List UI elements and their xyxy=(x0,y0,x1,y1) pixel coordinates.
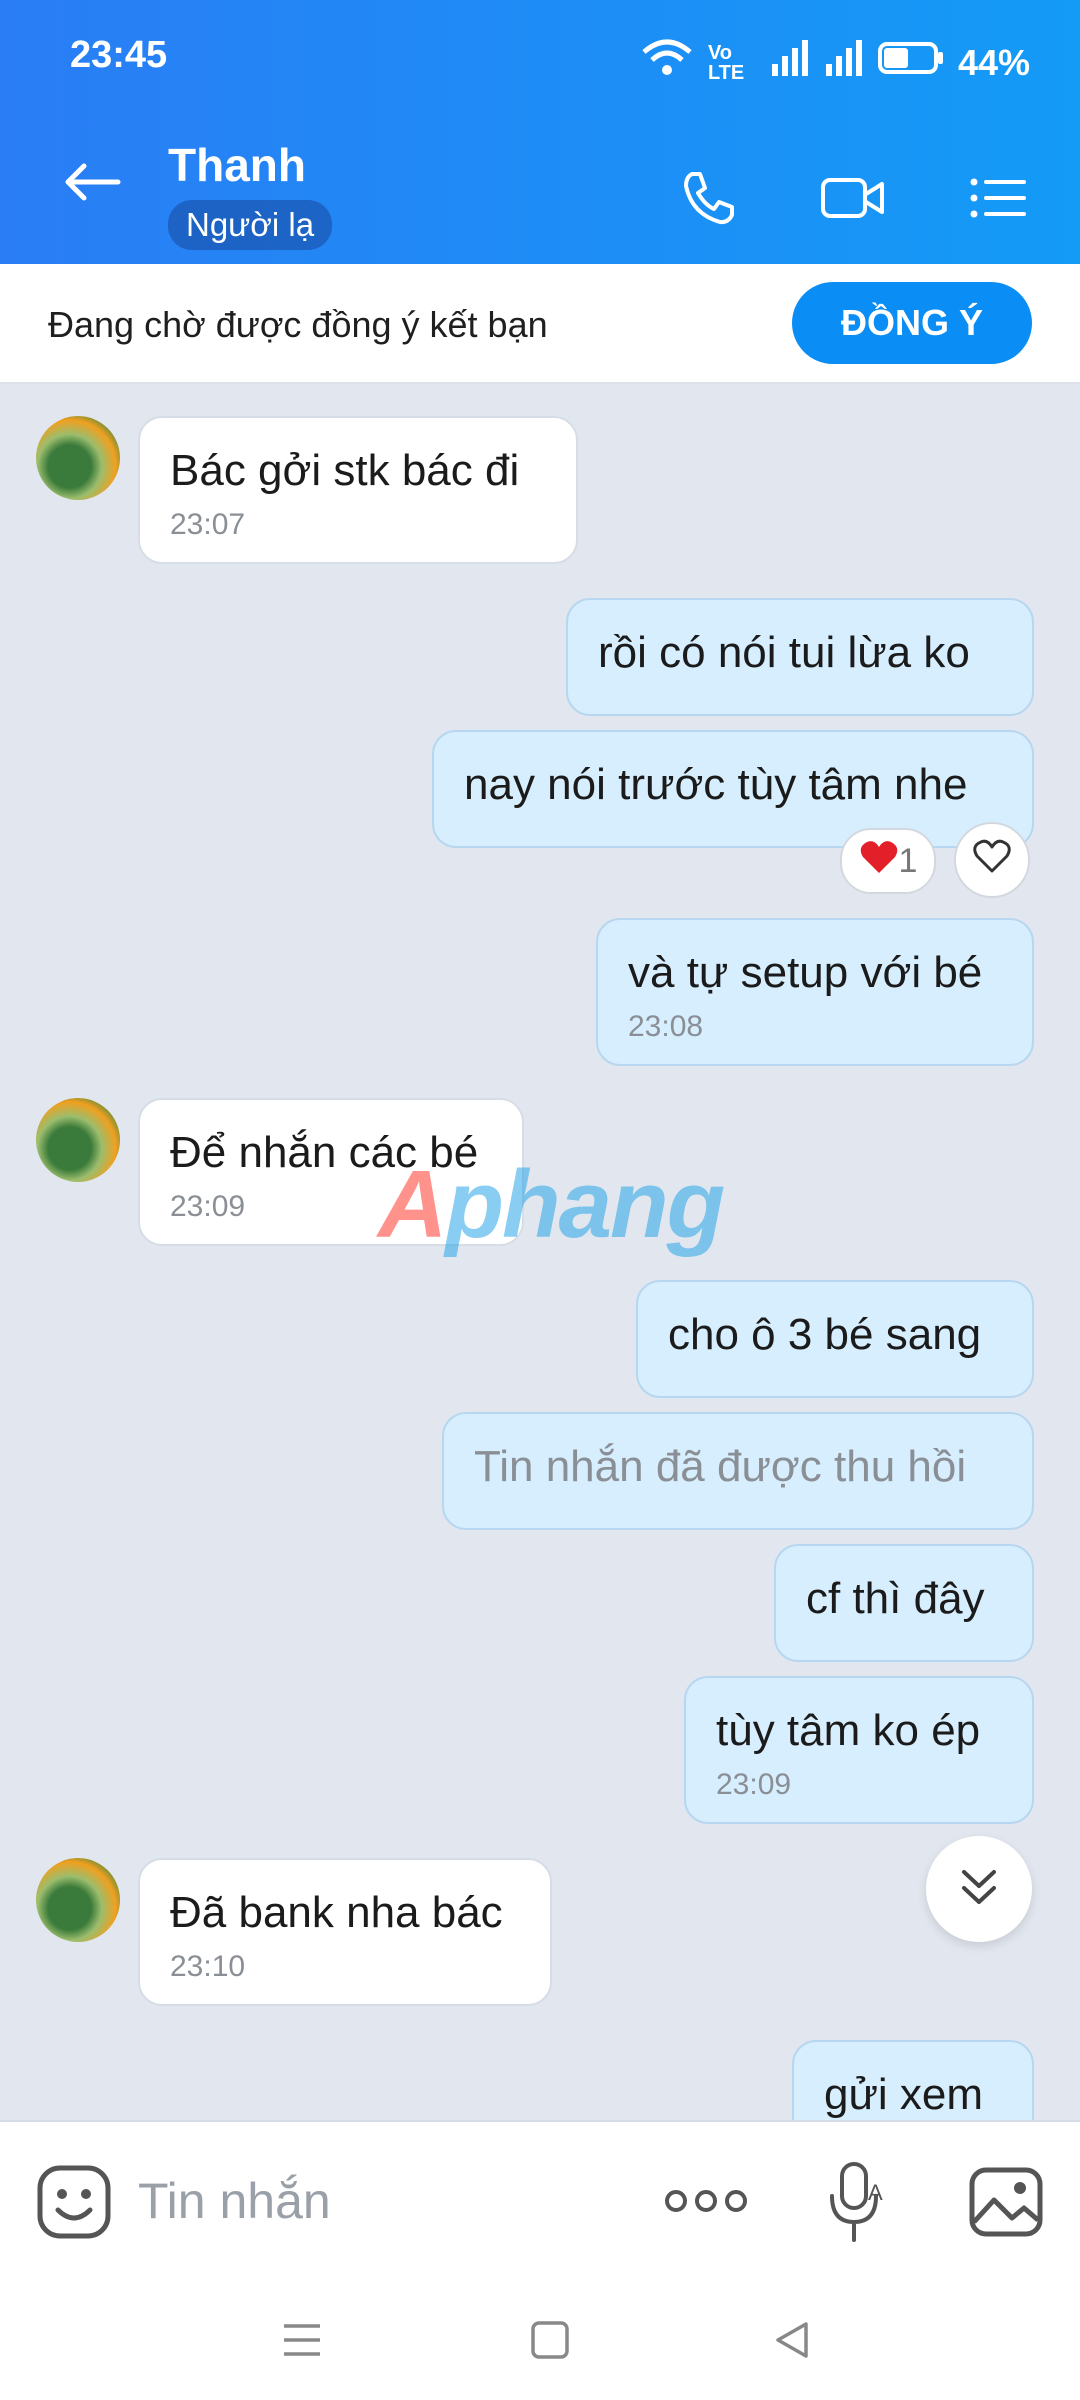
message-text: và tự setup với bé xyxy=(628,948,983,997)
svg-text:A: A xyxy=(868,2180,883,2205)
image-button[interactable] xyxy=(968,2164,1044,2245)
square-icon xyxy=(530,2321,570,2364)
watermark-part2: phang xyxy=(445,1151,725,1258)
volte-label: Vo LTE xyxy=(707,41,745,84)
call-button[interactable] xyxy=(678,168,738,233)
message-outgoing[interactable]: gửi xem xyxy=(792,2040,1034,2120)
accept-button[interactable]: ĐỒNG Ý xyxy=(792,282,1032,364)
message-outgoing[interactable]: cf thì đây xyxy=(774,1544,1034,1662)
list-menu-icon xyxy=(968,178,1028,232)
chat-header: 23:45 Vo LTE 44% Thanh Người lạ xyxy=(0,0,1080,264)
message-incoming[interactable]: Đã bank nha bác 23:10 xyxy=(138,1858,552,2006)
heart-filled-icon xyxy=(859,839,899,884)
message-outgoing[interactable]: nay nói trước tùy tâm nhe xyxy=(432,730,1034,848)
avatar[interactable] xyxy=(36,416,120,500)
message-text: tùy tâm ko ép xyxy=(716,1706,981,1755)
message-text: Đã bank nha bác xyxy=(170,1888,503,1937)
message-text: Bác gởi stk bác đi xyxy=(170,446,520,495)
friend-request-text: Đang chờ được đồng ý kết bạn xyxy=(48,304,548,345)
react-button[interactable] xyxy=(954,822,1030,898)
message-time: 23:09 xyxy=(716,1768,792,1801)
stranger-badge: Người lạ xyxy=(168,200,333,250)
more-button[interactable] xyxy=(664,2184,748,2223)
image-icon xyxy=(968,2167,1044,2244)
composer: Tin nhắn A xyxy=(0,2120,1080,2282)
message-outgoing[interactable]: cho ô 3 bé sang xyxy=(636,1280,1034,1398)
message-text: Tin nhắn đã được thu hồi xyxy=(474,1442,967,1491)
message-text: rồi có nói tui lừa ko xyxy=(598,628,970,677)
more-dots-icon xyxy=(664,2190,748,2222)
message-text: nay nói trước tùy tâm nhe xyxy=(464,760,968,809)
message-outgoing[interactable]: tùy tâm ko ép 23:09 xyxy=(684,1676,1034,1824)
double-chevron-down-icon xyxy=(954,1862,1004,1917)
signal-icon-2 xyxy=(824,38,864,87)
message-outgoing[interactable]: và tự setup với bé 23:08 xyxy=(596,918,1034,1066)
message-text: cho ô 3 bé sang xyxy=(668,1310,982,1359)
message-time: 23:10 xyxy=(170,1950,246,1983)
watermark-part1: A xyxy=(378,1151,447,1258)
status-time: 23:45 xyxy=(70,34,168,76)
emoji-icon xyxy=(36,2165,112,2244)
message-recalled[interactable]: Tin nhắn đã được thu hồi xyxy=(442,1412,1034,1530)
message-incoming[interactable]: Bác gởi stk bác đi 23:07 xyxy=(138,416,578,564)
home-button[interactable] xyxy=(530,2320,570,2365)
triangle-back-icon xyxy=(772,2322,812,2364)
system-nav-bar xyxy=(0,2280,1080,2400)
voice-button[interactable]: A xyxy=(826,2160,886,2249)
back-nav-button[interactable] xyxy=(772,2320,812,2365)
microphone-icon: A xyxy=(826,2162,886,2248)
video-call-button[interactable] xyxy=(820,168,886,233)
message-text: cf thì đây xyxy=(806,1574,985,1623)
phone-icon xyxy=(678,172,738,232)
wifi-icon xyxy=(640,38,694,87)
heart-outline-icon xyxy=(972,838,1012,883)
status-icons: Vo LTE 44% xyxy=(640,38,1030,87)
recent-apps-button[interactable] xyxy=(282,2320,322,2365)
menu-button[interactable] xyxy=(968,168,1028,233)
message-text: gửi xem xyxy=(824,2070,984,2119)
watermark-logo: Aphang xyxy=(378,1150,725,1260)
message-outgoing[interactable]: rồi có nói tui lừa ko xyxy=(566,598,1034,716)
sticker-button[interactable] xyxy=(36,2164,112,2245)
arrow-left-icon xyxy=(62,163,122,206)
reaction-count[interactable]: 1 xyxy=(840,828,936,894)
contact-name[interactable]: Thanh xyxy=(168,138,306,192)
friend-request-bar: Đang chờ được đồng ý kết bạn ĐỒNG Ý xyxy=(0,264,1080,384)
avatar[interactable] xyxy=(36,1858,120,1942)
message-time: 23:08 xyxy=(628,1010,704,1043)
battery-icon xyxy=(877,40,944,85)
scroll-to-bottom-button[interactable] xyxy=(926,1836,1032,1942)
battery-percent: 44% xyxy=(957,41,1030,83)
reaction-number: 1 xyxy=(898,841,918,880)
message-input[interactable]: Tin nhắn xyxy=(138,2172,331,2230)
avatar[interactable] xyxy=(36,1098,120,1182)
message-time: 23:07 xyxy=(170,508,246,541)
menu-lines-icon xyxy=(282,2324,322,2364)
back-button[interactable] xyxy=(62,162,122,207)
video-camera-icon xyxy=(820,178,886,232)
signal-icon xyxy=(770,38,810,87)
